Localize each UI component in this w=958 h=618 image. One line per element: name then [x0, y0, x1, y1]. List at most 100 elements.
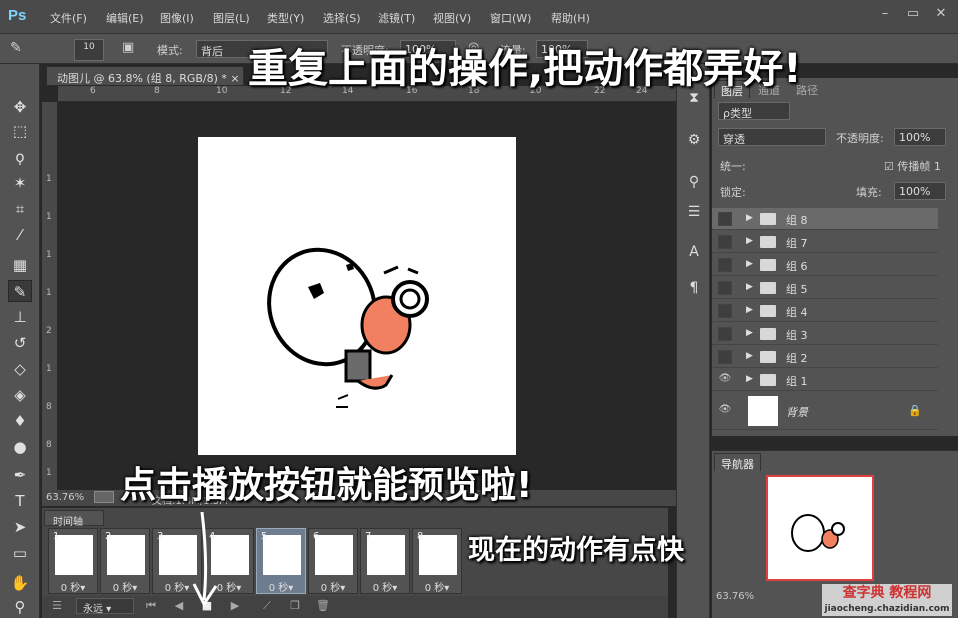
paragraph-panel-icon[interactable]: ¶ — [684, 280, 704, 300]
tween-icon[interactable]: ⟋ — [258, 599, 276, 613]
close-window-button[interactable]: ✕ — [928, 6, 954, 26]
visibility-toggle[interactable] — [718, 304, 732, 318]
actions-panel-icon[interactable]: ⚙ — [684, 132, 704, 152]
expand-arrow-icon[interactable]: ▶ — [746, 351, 753, 361]
menu-view[interactable]: 视图(V) — [433, 10, 471, 26]
animation-frame-selected[interactable]: 5 0 秒▾ — [256, 528, 306, 594]
brush-size-picker[interactable]: 10 — [74, 39, 104, 61]
background-layer-row[interactable]: 👁 背景 🔒 — [712, 392, 938, 430]
eraser-tool-icon[interactable]: ◇ — [8, 358, 32, 380]
layer-row[interactable]: ▶ 组 8 — [712, 208, 938, 230]
layer-row[interactable]: ▶ 组 3 — [712, 323, 938, 345]
zoom-level[interactable]: 63.76% — [46, 492, 84, 503]
blend-mode-select[interactable]: 穿透 — [718, 128, 826, 146]
brush-panel-icon[interactable]: ▣ — [122, 40, 134, 55]
type-tool-icon[interactable]: T — [8, 490, 32, 512]
propagate-frame-checkbox[interactable]: ☑ 传播帧 1 — [884, 158, 941, 174]
status-menu-icon[interactable] — [94, 491, 114, 503]
brush-tool-icon[interactable]: ✎ — [8, 280, 32, 302]
animation-frame[interactable]: 2 0 秒▾ — [100, 528, 150, 594]
dodge-tool-icon[interactable]: ● — [8, 436, 32, 458]
layer-filter-select[interactable]: ρ类型 — [718, 102, 790, 120]
expand-arrow-icon[interactable]: ▶ — [746, 328, 753, 338]
menu-window[interactable]: 窗口(W) — [490, 10, 531, 26]
menu-select[interactable]: 选择(S) — [323, 10, 361, 26]
duplicate-frame-icon[interactable]: ❐ — [286, 599, 304, 612]
fill-tool-icon[interactable]: ◈ — [8, 384, 32, 406]
animation-frame[interactable]: 1 0 秒▾ — [48, 528, 98, 594]
convert-timeline-icon[interactable]: ☰ — [48, 599, 66, 612]
layer-row[interactable]: ▶ 组 5 — [712, 277, 938, 299]
close-tab-icon[interactable]: × — [230, 72, 239, 85]
expand-arrow-icon[interactable]: ▶ — [746, 259, 753, 269]
path-select-icon[interactable]: ➤ — [8, 516, 32, 538]
pen-tool-icon[interactable]: ✒ — [8, 464, 32, 486]
crop-tool-icon[interactable]: ⌗ — [8, 198, 32, 220]
visibility-toggle[interactable] — [718, 327, 732, 341]
shape-tool-icon[interactable]: ▭ — [8, 542, 32, 564]
visibility-toggle[interactable] — [718, 258, 732, 272]
tab-navigator[interactable]: 导航器 — [714, 453, 761, 471]
character-panel-icon[interactable]: A — [684, 244, 704, 264]
navigator-preview[interactable] — [766, 475, 874, 581]
hand-tool-icon[interactable]: ✋ — [8, 572, 32, 594]
layer-row[interactable]: 👁 ▶ 组 1 — [712, 369, 938, 391]
canvas-area[interactable] — [58, 102, 676, 490]
adjust-panel-icon[interactable]: ☰ — [684, 204, 704, 224]
animation-frame[interactable]: 6 0 秒▾ — [308, 528, 358, 594]
lasso-tool-icon[interactable]: ϙ — [8, 146, 32, 168]
magic-wand-icon[interactable]: ✶ — [8, 172, 32, 194]
menu-edit[interactable]: 编辑(E) — [106, 10, 144, 26]
move-tool-icon[interactable]: ✥ — [8, 96, 32, 118]
first-frame-icon[interactable]: ⏮ — [142, 599, 160, 613]
animation-frame[interactable]: 7 0 秒▾ — [360, 528, 410, 594]
menu-file[interactable]: 文件(F) — [50, 10, 87, 26]
layer-row[interactable]: ▶ 组 4 — [712, 300, 938, 322]
marquee-tool-icon[interactable]: ⬚ — [8, 120, 32, 142]
eye-icon[interactable]: 👁 — [718, 404, 732, 418]
menu-image[interactable]: 图像(I) — [160, 10, 194, 26]
maximize-button[interactable]: ▭ — [900, 6, 926, 26]
expand-arrow-icon[interactable]: ▶ — [746, 282, 753, 292]
menu-layer[interactable]: 图层(L) — [213, 10, 250, 26]
document-tab[interactable]: 动图儿 @ 63.8% (组 8, RGB/8) * × — [46, 66, 244, 86]
history-brush-icon[interactable]: ↺ — [8, 332, 32, 354]
expand-arrow-icon[interactable]: ▶ — [746, 236, 753, 246]
brush-tool-icon[interactable]: ✎ — [10, 40, 22, 56]
visibility-toggle[interactable] — [718, 350, 732, 364]
menu-help[interactable]: 帮助(H) — [551, 10, 590, 26]
navigator-zoom[interactable]: 63.76% — [716, 591, 754, 602]
frame-delay[interactable]: 0 秒▾ — [101, 579, 149, 594]
visibility-toggle[interactable] — [718, 235, 732, 249]
frame-delay[interactable]: 0 秒▾ — [413, 579, 461, 594]
expand-arrow-icon[interactable]: ▶ — [746, 213, 753, 223]
blur-tool-icon[interactable]: ♦ — [8, 410, 32, 432]
visibility-toggle[interactable] — [718, 212, 732, 226]
fill-input[interactable]: 100% — [894, 182, 946, 200]
visibility-toggle[interactable] — [718, 281, 732, 295]
frame-delay[interactable]: 0 秒▾ — [361, 579, 409, 594]
zoom-tool-icon[interactable]: ⚲ — [8, 596, 32, 618]
frame-delay[interactable]: 0 秒▾ — [257, 579, 305, 594]
healing-brush-icon[interactable]: ▦ — [8, 254, 32, 276]
stamp-tool-icon[interactable]: ⊥ — [8, 306, 32, 328]
menu-type[interactable]: 类型(Y) — [267, 10, 304, 26]
layer-opacity-input[interactable]: 100% — [894, 128, 946, 146]
loop-select[interactable]: 永远 ▾ — [76, 598, 134, 615]
frame-delay[interactable]: 0 秒▾ — [309, 579, 357, 594]
layer-row[interactable]: ▶ 组 7 — [712, 231, 938, 253]
document-canvas[interactable] — [198, 137, 516, 455]
eye-icon[interactable]: 👁 — [718, 373, 732, 387]
animation-frame[interactable]: 8 0 秒▾ — [412, 528, 462, 594]
minimize-button[interactable]: – — [872, 6, 898, 26]
frame-delay[interactable]: 0 秒▾ — [49, 579, 97, 594]
delete-frame-icon[interactable]: 🗑 — [314, 599, 332, 612]
layer-row[interactable]: ▶ 组 6 — [712, 254, 938, 276]
prev-frame-icon[interactable]: ◀ — [170, 599, 188, 612]
expand-arrow-icon[interactable]: ▶ — [746, 305, 753, 315]
layer-row[interactable]: ▶ 组 2 — [712, 346, 938, 368]
eyedropper-icon[interactable]: ⁄ — [8, 224, 32, 246]
menu-filter[interactable]: 滤镜(T) — [378, 10, 415, 26]
brush-presets-icon[interactable]: ⚲ — [684, 174, 704, 194]
timeline-tab[interactable]: 时间轴 — [44, 510, 104, 528]
